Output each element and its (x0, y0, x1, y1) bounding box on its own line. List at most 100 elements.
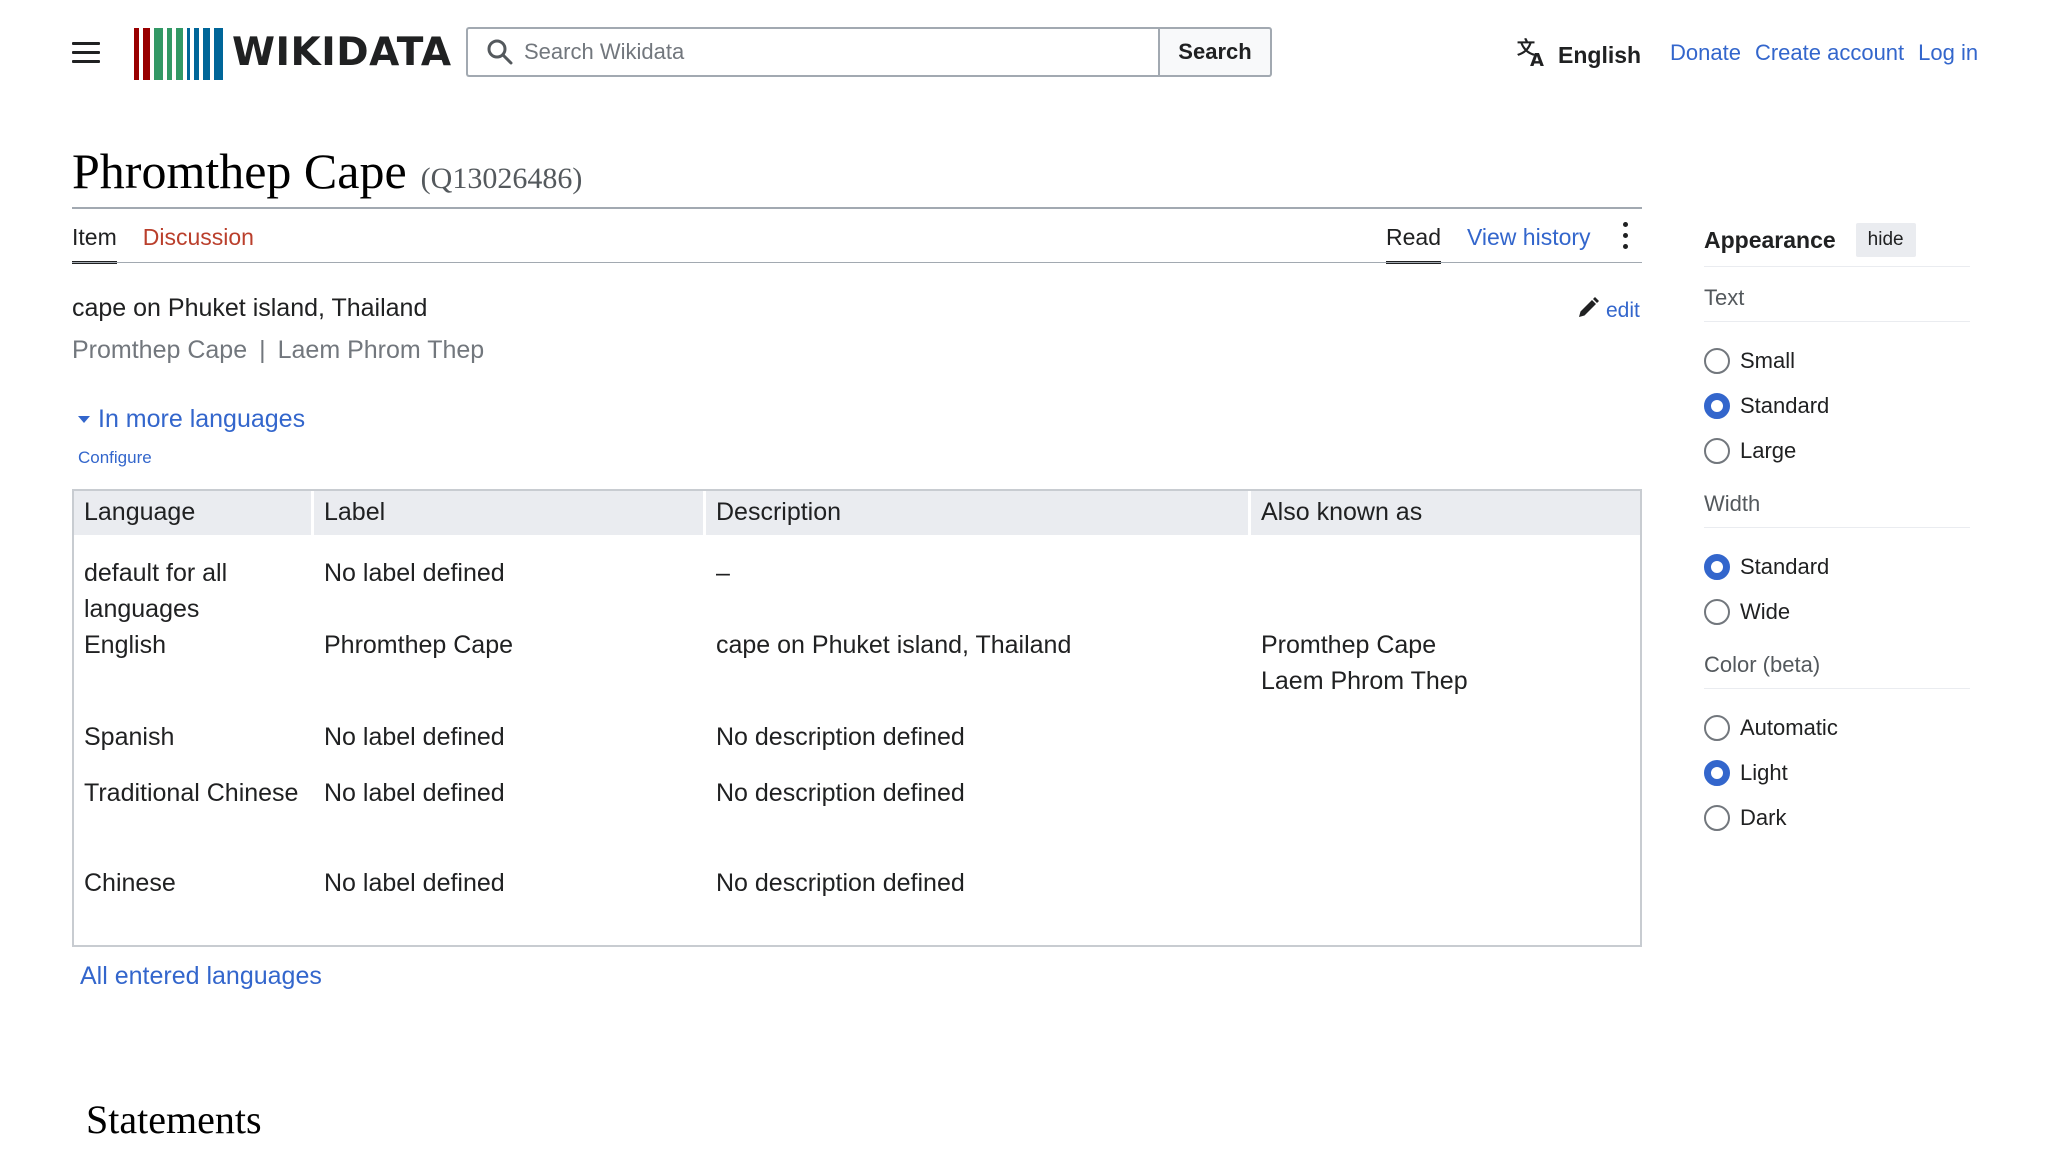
radio-width-standard[interactable]: Standard (1704, 544, 1970, 589)
panel-divider (1704, 527, 1970, 528)
alias-separator: | (259, 336, 266, 364)
title-divider (72, 207, 1642, 209)
radio-color-light[interactable]: Light (1704, 750, 1970, 795)
radio-color-automatic[interactable]: Automatic (1704, 705, 1970, 750)
label-cell: No label defined (324, 723, 505, 751)
tab-item[interactable]: Item (72, 224, 117, 264)
radio-width-wide[interactable]: Wide (1704, 589, 1970, 634)
table-row: English Phromthep Cape cape on Phuket is… (74, 627, 1640, 719)
hide-button[interactable]: hide (1855, 223, 1916, 257)
all-entered-languages-link[interactable]: All entered languages (80, 962, 322, 991)
hamburger-line (72, 51, 100, 54)
alias: Promthep Cape (72, 336, 248, 364)
aka-cell (1251, 719, 1640, 775)
label-cell: No label defined (324, 869, 505, 897)
radio-label: Dark (1740, 804, 1787, 830)
tab-read[interactable]: Read (1386, 224, 1441, 264)
hamburger-line (72, 60, 100, 63)
page-title: Phromthep Cape (Q13026486) (72, 142, 582, 200)
logo-bar (143, 28, 150, 80)
radio-label: Automatic (1740, 714, 1838, 740)
wikidata-logo[interactable] (134, 28, 223, 80)
alias: Laem Phrom Thep (277, 336, 485, 364)
in-more-languages-toggle[interactable]: In more languages (78, 405, 305, 434)
item-id: (Q13026486) (420, 162, 583, 195)
logo-bar (176, 28, 183, 80)
item-aliases: Promthep Cape | Laem Phrom Thep (72, 336, 484, 365)
wikidata-wordmark[interactable]: WIKIDATA (232, 30, 452, 75)
tab-view-history[interactable]: View history (1467, 224, 1591, 261)
tab-discussion[interactable]: Discussion (143, 224, 254, 264)
logo-bar (194, 28, 199, 80)
logo-bar (214, 28, 223, 80)
edit-label: edit (1606, 299, 1640, 322)
in-more-languages-label: In more languages (98, 405, 306, 433)
page-title-text: Phromthep Cape (72, 143, 407, 199)
create-account-link[interactable]: Create account (1755, 40, 1904, 66)
panel-divider (1704, 688, 1970, 689)
label-cell: No label defined (324, 559, 505, 587)
radio-button[interactable] (1704, 347, 1730, 374)
configure-link[interactable]: Configure (78, 448, 152, 468)
panel-divider (1704, 321, 1970, 322)
personal-links: Donate Create account Log in (1670, 40, 1978, 66)
language-switcher[interactable]: 文 A English (1516, 36, 1641, 74)
appearance-panel: Appearance hide Text Small Standard Larg… (1704, 220, 1970, 840)
radio-color-dark[interactable]: Dark (1704, 795, 1970, 840)
radio-text-standard[interactable]: Standard (1704, 383, 1970, 428)
donate-link[interactable]: Donate (1670, 40, 1741, 66)
table-row: default for all languages No label defin… (74, 535, 1640, 627)
aka-cell (1251, 535, 1640, 627)
table-row: Traditional Chinese No label defined No … (74, 775, 1640, 865)
language-cell: default for all languages (84, 559, 228, 623)
description-cell: No description defined (716, 779, 965, 807)
chevron-down-icon (78, 416, 90, 423)
radio-button-selected[interactable] (1704, 759, 1730, 786)
radio-label: Standard (1740, 392, 1830, 418)
description-cell: No description defined (716, 723, 965, 751)
radio-button[interactable] (1704, 714, 1730, 741)
description-cell: cape on Phuket island, Thailand (716, 631, 1072, 659)
radio-label: Wide (1740, 598, 1791, 624)
radio-text-small[interactable]: Small (1704, 338, 1970, 383)
section-label-color: Color (beta) (1704, 652, 1821, 677)
aka-cell: Promthep Cape Laem Phrom Thep (1261, 631, 1468, 695)
radio-button-selected[interactable] (1704, 392, 1730, 419)
radio-button[interactable] (1704, 804, 1730, 831)
radio-label: Large (1740, 437, 1797, 463)
namespace-tabs: Item Discussion (72, 224, 254, 264)
search-input[interactable] (522, 38, 1126, 66)
language-cell: Chinese (84, 869, 176, 897)
radio-button-selected[interactable] (1704, 553, 1730, 580)
language-label: English (1558, 41, 1642, 68)
hamburger-line (72, 42, 100, 45)
description-cell: No description defined (716, 869, 965, 897)
view-tabs: Read View history (1386, 222, 1631, 264)
label-cell: Phromthep Cape (324, 631, 514, 659)
logo-bar (167, 28, 172, 80)
column-header-description: Description (706, 491, 1251, 535)
statements-heading: Statements (86, 1097, 262, 1142)
more-actions-icon[interactable] (1622, 222, 1631, 255)
section-label-width: Width (1704, 491, 1761, 516)
radio-button[interactable] (1704, 598, 1730, 625)
aka-cell (1251, 865, 1640, 921)
main-menu-button[interactable] (72, 42, 100, 64)
radio-label: Standard (1740, 553, 1830, 579)
radio-text-large[interactable]: Large (1704, 428, 1970, 473)
languages-table: Language Label Description Also known as… (72, 489, 1642, 947)
radio-button[interactable] (1704, 437, 1730, 464)
search-box[interactable] (466, 27, 1160, 77)
appearance-title: Appearance (1704, 226, 1836, 253)
table-row: Spanish No label defined No description … (74, 719, 1640, 775)
logo-bar (134, 28, 139, 80)
radio-label: Small (1740, 347, 1796, 373)
column-header-also-known-as: Also known as (1251, 491, 1640, 535)
search-button[interactable]: Search (1158, 27, 1272, 77)
table-row: Chinese No label defined No description … (74, 865, 1640, 921)
logo-bar (154, 28, 163, 80)
log-in-link[interactable]: Log in (1918, 40, 1978, 66)
appearance-header: Appearance hide (1704, 220, 1970, 260)
logo-bar (203, 28, 210, 80)
edit-button[interactable]: edit (1576, 296, 1640, 326)
